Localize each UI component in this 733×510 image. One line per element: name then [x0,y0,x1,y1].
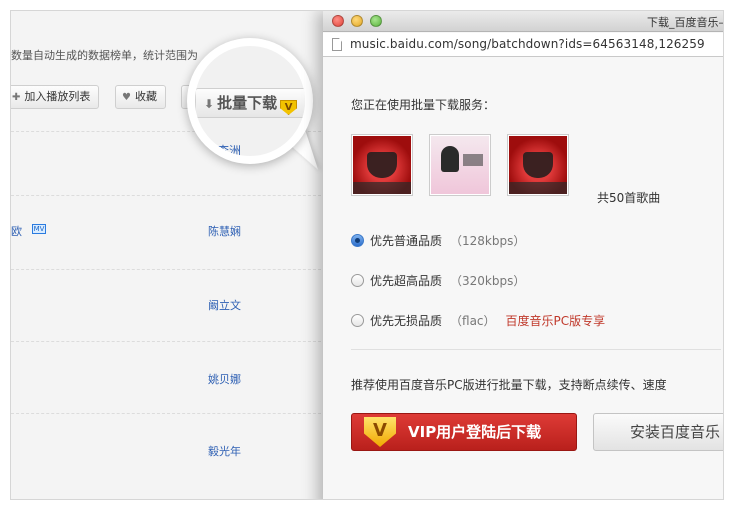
download-arrow-icon: ⬇ [204,97,215,111]
row-divider [11,413,321,414]
heart-icon: ♥ [122,92,131,103]
artist-link[interactable]: 阚立文 [208,297,241,313]
divider [351,349,721,350]
page-icon [332,38,342,51]
mv-badge[interactable]: MV [32,224,46,234]
magnifier-lens: ⬇ 批量下载 V 李洲 [195,46,305,156]
magnified-batch-download-button[interactable]: ⬇ 批量下载 V [195,88,305,118]
browser-window: 下载_百度音乐–中 music.baidu.com/song/batchdown… [323,11,724,499]
row-divider [11,269,321,270]
vip-badge-icon: V [280,100,298,115]
radio-unselected[interactable] [351,274,364,287]
favorite-button[interactable]: ♥ 收藏 [115,85,166,109]
magnifier-callout: ⬇ 批量下载 V 李洲 [187,38,313,164]
artist-link[interactable]: 姚贝娜 [208,371,241,387]
zoom-window-button[interactable] [370,15,382,27]
batch-download-dialog: 您正在使用批量下载服务： 共50首歌曲 优先普通品质 （128kbps） 优先超高… [323,58,723,499]
artist-link[interactable]: 陈慧娴 [208,223,241,239]
quality-option-high[interactable]: 优先超高品质 （320kbps） [351,272,525,288]
address-bar[interactable]: music.baidu.com/song/batchdown?ids=64563… [323,33,723,57]
screenshot-frame: 数量自动生成的数据榜单，统计范围为 ✚ 加入播放列表 ♥ 收藏 欧 MV 陈慧娴 阚… [10,10,724,500]
install-baidu-music-button[interactable]: 安装百度音乐 [593,413,723,451]
minimize-window-button[interactable] [351,15,363,27]
pc-exclusive-note: 百度音乐PC版专享 [505,314,606,328]
album-cover [429,134,491,196]
album-cover [351,134,413,196]
recommend-tip: 推荐使用百度音乐PC版进行批量下载，支持断点续传、速度 [351,378,667,392]
url-text[interactable]: music.baidu.com/song/batchdown?ids=64563… [350,37,705,51]
radio-unselected[interactable] [351,314,364,327]
song-count: 共50首歌曲 [597,191,661,205]
ranking-description: 数量自动生成的数据榜单，统计范围为 [11,49,198,62]
quality-option-lossless[interactable]: 优先无损品质 （flac） 百度音乐PC版专享 [351,312,605,328]
window-title: 下载_百度音乐–中 [647,16,724,29]
album-cover [507,134,569,196]
radio-selected[interactable] [351,234,364,247]
row-divider [11,341,321,342]
row-divider [11,195,321,196]
plus-icon: ✚ [12,92,21,103]
magnified-artist-link[interactable]: 李洲 [217,142,241,156]
vip-login-download-button[interactable]: V VIP用户登陆后下载 [351,413,577,451]
title-bar: 下载_百度音乐–中 [323,11,724,32]
dialog-intro: 您正在使用批量下载服务： [351,98,496,112]
vip-shield-icon: V [364,417,396,447]
close-window-button[interactable] [332,15,344,27]
artist-link[interactable]: 毅光年 [208,443,241,459]
quality-option-normal[interactable]: 优先普通品质 （128kbps） [351,232,525,248]
song-title-link[interactable]: 欧 [11,223,22,239]
add-to-playlist-button[interactable]: ✚ 加入播放列表 [11,85,100,109]
